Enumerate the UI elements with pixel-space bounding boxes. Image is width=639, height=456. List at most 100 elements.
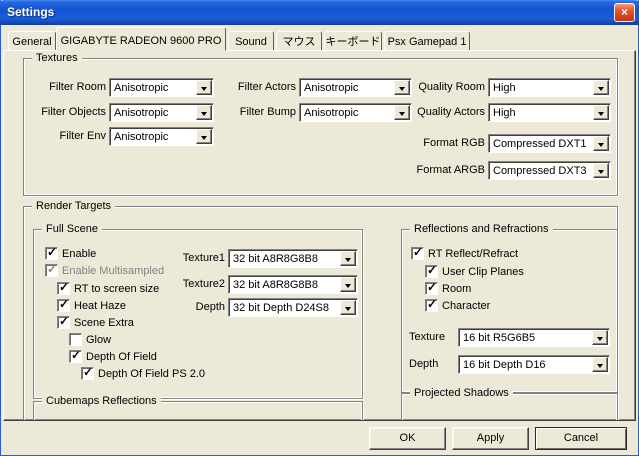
tab-psx-gamepad-1[interactable]: Psx Gamepad 1 (384, 31, 470, 51)
combo-filter-actors[interactable]: Anisotropic (299, 78, 412, 97)
checkbox-box (57, 299, 70, 312)
label-filter-actors: Filter Actors (221, 81, 296, 94)
close-button[interactable]: × (614, 3, 635, 22)
combo-filter-env[interactable]: Anisotropic (109, 127, 214, 146)
combo-reflections-texture[interactable]: 16 bit R5G6B5 (458, 328, 610, 347)
tab-general[interactable]: General (8, 31, 56, 51)
checkmark-icon (427, 297, 437, 311)
checkmark-icon (59, 280, 69, 294)
label-filter-bump: Filter Bump (221, 106, 296, 119)
cancel-button[interactable]: Cancel (535, 427, 627, 450)
combo-dropdown-button[interactable] (340, 300, 356, 315)
chevron-down-icon (597, 337, 603, 341)
titlebar[interactable]: Settings × (0, 0, 639, 25)
combo-filter-room-value: Anisotropic (114, 82, 195, 94)
checkmark-icon (413, 245, 423, 259)
combo-dropdown-button[interactable] (593, 163, 609, 178)
checkbox-label: RT to screen size (74, 283, 159, 296)
combo-dropdown-button[interactable] (593, 80, 609, 95)
tab-gigabyte-radeon-9600-pro[interactable]: GIGABYTE RADEON 9600 PRO (56, 27, 226, 51)
combo-dropdown-button[interactable] (340, 251, 356, 266)
label-reflections-texture: Texture (409, 331, 445, 344)
combo-texture2[interactable]: 32 bit A8R8G8B8 (228, 275, 358, 294)
checkbox-label: Depth Of Field PS 2.0 (98, 368, 205, 381)
group-title-projected-shadows: Projected Shadows (410, 387, 513, 400)
chevron-down-icon (201, 112, 207, 116)
group-projected-shadows: Projected Shadows (401, 393, 618, 421)
combo-dropdown-button[interactable] (340, 277, 356, 292)
checkbox-label: Enable Multisampled (62, 265, 164, 278)
tab-page: Textures Filter Room Anisotropic Filter … (3, 50, 636, 421)
chevron-down-icon (598, 143, 604, 147)
combo-format-rgb[interactable]: Compressed DXT1 (488, 134, 611, 153)
combo-filter-bump[interactable]: Anisotropic (299, 103, 412, 122)
checkmark-icon (47, 262, 57, 276)
checkbox-label: Enable (62, 248, 96, 261)
tab-mouse[interactable]: マウス (276, 31, 322, 51)
combo-format-argb[interactable]: Compressed DXT3 (488, 161, 611, 180)
checkmark-icon (427, 263, 437, 277)
checkbox-label: Heat Haze (74, 300, 126, 313)
window-title: Settings (7, 5, 54, 19)
checkbox-box (57, 282, 70, 295)
combo-filter-objects[interactable]: Anisotropic (109, 103, 214, 122)
tab-sound[interactable]: Sound (228, 31, 274, 51)
label-quality-actors: Quality Actors (403, 106, 485, 119)
checkmark-icon (59, 297, 69, 311)
checkbox-label: User Clip Planes (442, 266, 524, 279)
combo-dropdown-button[interactable] (196, 105, 212, 120)
checkbox-box (425, 299, 438, 312)
checkbox-label: Glow (86, 334, 111, 347)
combo-fullscene-depth-value: 32 bit Depth D24S8 (233, 302, 339, 314)
combo-filter-actors-value: Anisotropic (304, 82, 393, 94)
checkbox-box (411, 247, 424, 260)
chevron-down-icon (201, 87, 207, 91)
chevron-down-icon (345, 284, 351, 288)
combo-filter-bump-value: Anisotropic (304, 107, 393, 119)
chevron-down-icon (598, 170, 604, 174)
chevron-down-icon (597, 364, 603, 368)
combo-quality-room[interactable]: High (488, 78, 611, 97)
combo-dropdown-button[interactable] (593, 105, 609, 120)
checkbox-box (81, 367, 94, 380)
ok-button[interactable]: OK (369, 427, 446, 450)
checkmark-icon (47, 245, 57, 259)
group-title-cubemaps: Cubemaps Reflections (42, 395, 161, 408)
label-texture2: Texture2 (161, 278, 225, 291)
chevron-down-icon (598, 87, 604, 91)
combo-reflections-depth[interactable]: 16 bit Depth D16 (458, 355, 610, 374)
apply-button[interactable]: Apply (452, 427, 529, 450)
chevron-down-icon (598, 112, 604, 116)
combo-texture1[interactable]: 32 bit A8R8G8B8 (228, 249, 358, 268)
combo-fullscene-depth[interactable]: 32 bit Depth D24S8 (228, 298, 358, 317)
combo-dropdown-button[interactable] (592, 357, 608, 372)
combo-quality-room-value: High (493, 82, 592, 94)
combo-dropdown-button[interactable] (593, 136, 609, 151)
label-format-rgb: Format RGB (403, 137, 485, 150)
label-fullscene-depth: Depth (161, 301, 225, 314)
close-icon: × (621, 5, 628, 19)
checkmark-icon (59, 314, 69, 328)
chevron-down-icon (345, 258, 351, 262)
combo-dropdown-button[interactable] (592, 330, 608, 345)
chevron-down-icon (201, 136, 207, 140)
tab-keyboard[interactable]: キーボード (324, 31, 382, 51)
checkbox-box (425, 282, 438, 295)
group-title-full-scene: Full Scene (42, 223, 102, 236)
label-filter-env: Filter Env (31, 130, 106, 143)
checkbox-label: Depth Of Field (86, 351, 157, 364)
label-texture1: Texture1 (161, 252, 225, 265)
combo-dropdown-button[interactable] (196, 80, 212, 95)
checkbox-label: Room (442, 283, 471, 296)
checkbox-box (57, 316, 70, 329)
checkmark-icon (83, 365, 93, 379)
combo-dropdown-button[interactable] (196, 129, 212, 144)
combo-quality-actors[interactable]: High (488, 103, 611, 122)
settings-dialog: Settings × General GIGABYTE RADEON 9600 … (0, 0, 639, 456)
checkbox-box (425, 265, 438, 278)
combo-filter-room[interactable]: Anisotropic (109, 78, 214, 97)
label-filter-objects: Filter Objects (31, 106, 106, 119)
group-title-render-targets: Render Targets (32, 200, 115, 213)
combo-reflections-texture-value: 16 bit R5G6B5 (463, 332, 591, 344)
group-title-reflections: Reflections and Refractions (410, 223, 553, 236)
